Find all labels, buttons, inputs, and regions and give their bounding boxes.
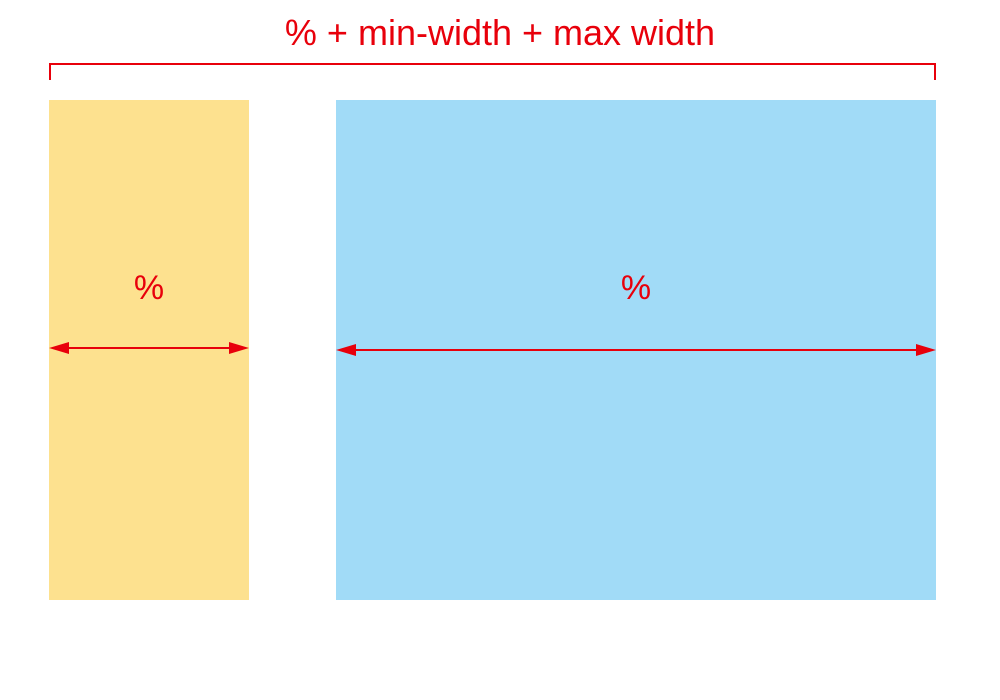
right-column-width-arrow [336,344,936,356]
left-column: % [49,100,249,600]
layout-diagram: % + min-width + max width % % [0,0,1000,700]
left-column-width-arrow [49,342,249,354]
right-column: % [336,100,936,600]
